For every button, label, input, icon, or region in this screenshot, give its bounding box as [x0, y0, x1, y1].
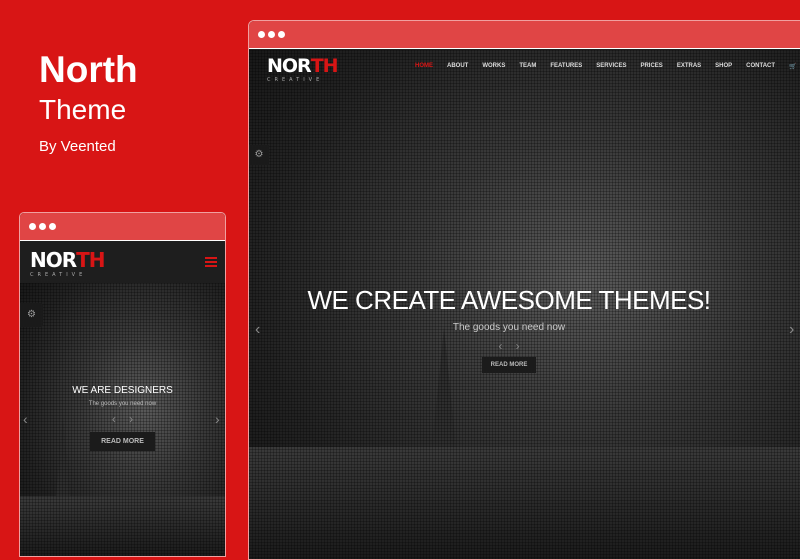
nav-contact[interactable]: CONTACT [746, 63, 775, 70]
main-nav: HOME ABOUT WORKS TEAM FEATURES SERVICES PRICES… [415, 63, 797, 70]
hero-headline: WE ARE DESIGNERS [72, 385, 173, 396]
desktop-preview: NORTH CREATIVE HOME ABOUT WORKS TEAM FEATURES… [248, 20, 800, 560]
nav-shop[interactable]: SHOP [715, 63, 732, 70]
hero-prev-icon[interactable]: ‹ [112, 412, 116, 426]
window-bar [20, 213, 225, 241]
nav-about[interactable]: ABOUT [447, 63, 468, 70]
nav-home[interactable]: HOME [415, 63, 433, 70]
hero-next-icon[interactable]: › [516, 339, 520, 353]
hero-next-icon[interactable]: › [129, 412, 133, 426]
hamburger-menu-icon[interactable] [205, 257, 217, 267]
site-logo: NORTH CREATIVE [267, 55, 339, 83]
nav-team[interactable]: TEAM [519, 63, 536, 70]
nav-prices[interactable]: PRICES [640, 63, 662, 70]
settings-gear-icon[interactable]: ⚙ [249, 145, 269, 165]
hero-headline: WE CREATE AWESOME THEMES! [307, 285, 711, 315]
site-logo: NORTH CREATIVE [30, 248, 106, 278]
mobile-preview: NORTH CREATIVE ⚙ ‹ › WE ARE DESIGNERS The… [19, 212, 226, 557]
read-more-button[interactable]: READ MORE [481, 357, 537, 373]
theme-subtitle: Theme [39, 94, 127, 125]
nav-extras[interactable]: EXTRAS [677, 63, 701, 70]
next-slide-arrow[interactable]: › [789, 321, 794, 339]
cart-icon[interactable]: 🛒 [789, 63, 796, 70]
hero-prev-icon[interactable]: ‹ [498, 339, 502, 353]
nav-services[interactable]: SERVICES [596, 63, 626, 70]
window-bar [249, 21, 800, 49]
nav-works[interactable]: WORKS [482, 63, 505, 70]
read-more-button[interactable]: READ MORE [90, 432, 155, 451]
hero-subline: The goods you need now [452, 322, 566, 333]
nav-features[interactable]: FEATURES [550, 63, 582, 70]
theme-title: North [39, 49, 138, 90]
settings-gear-icon[interactable]: ⚙ [20, 303, 43, 327]
theme-author: By Veented [39, 138, 116, 155]
brand-block: North Theme By Veented [39, 49, 138, 156]
hero-subline: The goods you need now [88, 401, 157, 407]
